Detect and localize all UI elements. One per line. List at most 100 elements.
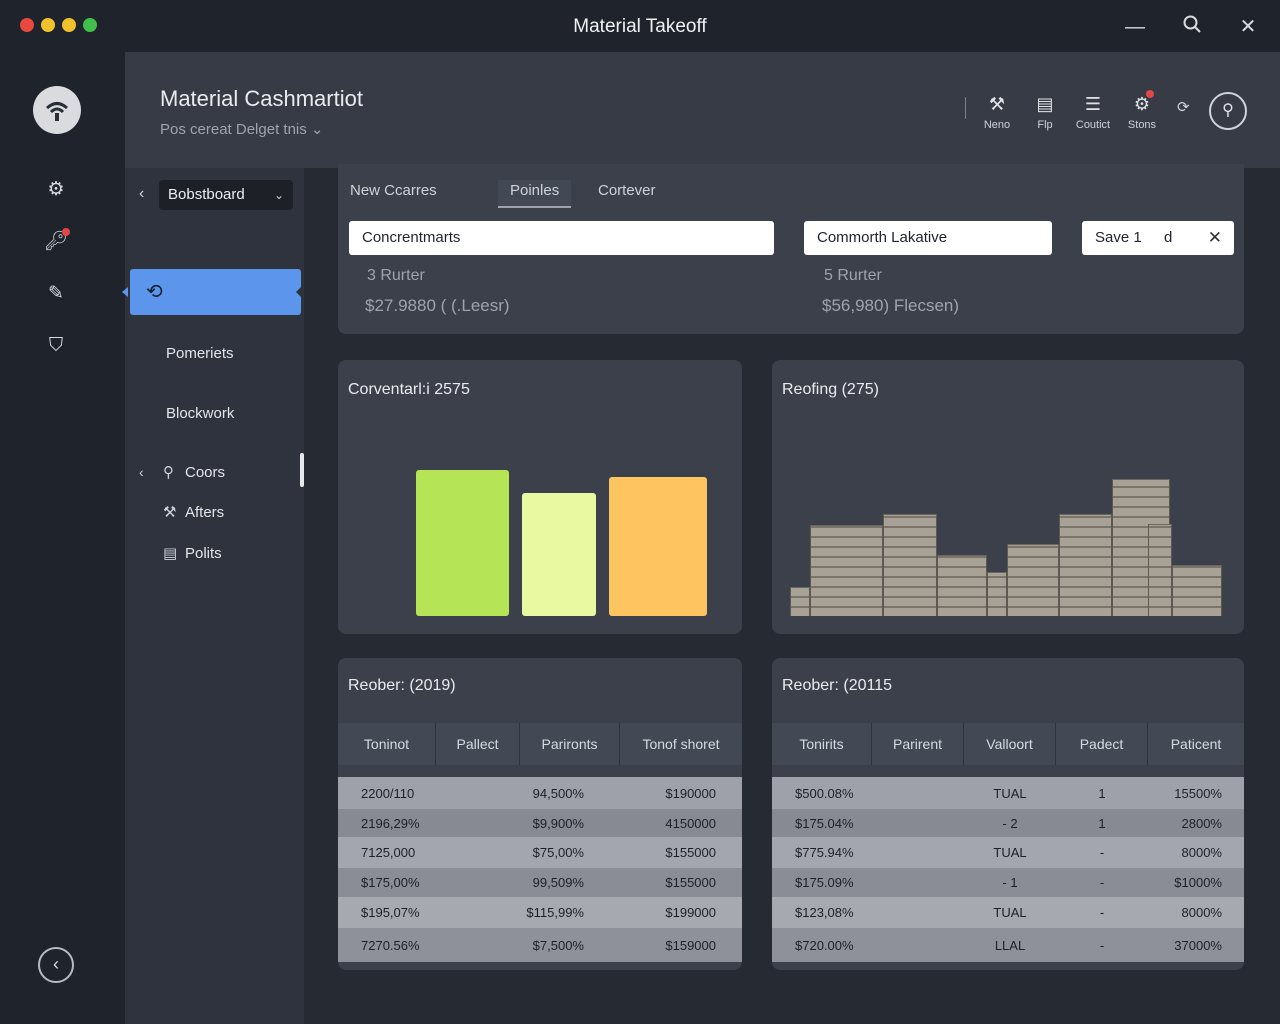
table-cell: 1 <box>1098 785 1106 801</box>
material-input[interactable]: Concrentmarts <box>349 221 774 255</box>
column-header[interactable]: Toninot <box>338 723 436 765</box>
table-cell: 94,500% <box>532 785 584 801</box>
table-row[interactable]: 7270.56% $7,500% $159000 <box>338 928 742 962</box>
table-row[interactable]: $175,00% 99,509% $155000 <box>338 868 742 897</box>
column-header[interactable]: Parirent <box>872 723 964 765</box>
table-cell: $1000% <box>1174 875 1222 890</box>
gear-icon[interactable]: ⚙ <box>40 174 72 206</box>
table-row[interactable]: $175.09% - 1 - $1000% <box>772 868 1244 897</box>
minimize-icon[interactable]: — <box>1122 14 1148 40</box>
chevron-down-icon: ⌄ <box>273 188 284 202</box>
chart-bar[interactable] <box>1007 544 1059 616</box>
table-row[interactable]: 7125,000 $75,00% $155000 <box>338 837 742 868</box>
sidebar: ‹ Bobstboard ⌄ ⟲ Pomeriets Blockwork ‹ ⚲… <box>122 168 304 1024</box>
table-row[interactable]: 2196,29% $9,900% 4150000 <box>338 809 742 837</box>
chart-bar[interactable] <box>790 587 810 616</box>
takeoff-form-card: New Ccarres Poinles Cortever Concrentmar… <box>338 164 1244 334</box>
page-subtitle-dropdown[interactable]: Pos cereat Delget tnis ⌄ <box>160 120 323 138</box>
sidebar-item-pomeriets[interactable]: Pomeriets <box>166 345 234 362</box>
window-title: Material Takeoff <box>573 16 707 37</box>
sidebar-item-active[interactable]: ⟲ <box>122 269 302 315</box>
column-header[interactable]: Pallect <box>436 723 520 765</box>
table-cell: - <box>1099 937 1105 953</box>
chart-bar[interactable] <box>937 555 987 616</box>
sync-icon[interactable]: ⟳ <box>1177 98 1190 116</box>
sidebar-item-polits[interactable]: ▤ Polits <box>163 544 222 562</box>
tab-new-ccarres[interactable]: New Ccarres <box>338 180 449 208</box>
table-row[interactable]: 2200/110 94,500% $190000 <box>338 777 742 809</box>
chart-bar[interactable] <box>987 572 1007 616</box>
table-cell: 99,509% <box>532 875 584 890</box>
stons-action-button[interactable]: ⚙ Stons <box>1114 90 1170 131</box>
table-cell: - <box>1099 905 1105 920</box>
chart-title: Corventarl:i 2575 <box>348 381 470 398</box>
column-header[interactable]: Paticent <box>1148 723 1244 765</box>
collapse-sidebar-button[interactable]: ‹ <box>38 947 74 983</box>
key-icon[interactable]: 🔑︎ <box>40 226 72 258</box>
settings-icon: ⚙ <box>1114 90 1170 116</box>
sidebar-item-coors[interactable]: ⚲ Coors <box>163 463 225 481</box>
chevron-left-icon[interactable]: ‹ <box>139 185 144 203</box>
active-indicator <box>122 287 128 297</box>
table-row[interactable]: $195,07% $115,99% $199000 <box>338 897 742 928</box>
table-row[interactable]: $500.08% TUAL 1 15500% <box>772 777 1244 809</box>
chart-bar[interactable] <box>1172 565 1222 616</box>
close-icon[interactable]: ✕ <box>1235 14 1261 40</box>
chart-bar[interactable] <box>883 514 937 616</box>
chart-bar[interactable] <box>1059 514 1112 616</box>
left-value: $27.9880 ( (.Leesr) <box>365 296 510 315</box>
hat-icon[interactable]: ⛉ <box>40 330 72 362</box>
concrete-chart-card: Corventarl:i 2575 <box>338 360 742 634</box>
table-cell: - 2 <box>1002 815 1018 831</box>
column-header[interactable]: Parironts <box>520 723 620 765</box>
stons-action-label: Stons <box>1127 119 1157 131</box>
table-row[interactable]: $175.04% - 2 1 2800% <box>772 809 1244 837</box>
profile-search-icon[interactable]: ⚲ <box>1209 92 1247 130</box>
sidebar-item-afters[interactable]: ⚒ Afters <box>163 503 224 521</box>
table-cell: $7,500% <box>532 937 584 953</box>
tab-cortever[interactable]: Cortever <box>586 180 668 208</box>
table-row[interactable]: $775.94% TUAL - 8000% <box>772 837 1244 868</box>
tab-poinles[interactable]: Poinles <box>498 180 572 208</box>
column-header[interactable]: Tonirits <box>772 723 872 765</box>
table-cell: 2196,29% <box>361 815 420 831</box>
edit-icon[interactable]: ✎ <box>40 278 72 310</box>
chart-bar[interactable] <box>609 477 707 616</box>
table-cell: 37000% <box>1174 937 1222 953</box>
chart-bar[interactable] <box>810 525 883 616</box>
column-header[interactable]: Padect <box>1056 723 1148 765</box>
table-row[interactable]: $720.00% LLAL - 37000% <box>772 928 1244 962</box>
table-cell: $500.08% <box>795 785 854 801</box>
save-extra-text: d <box>1164 229 1173 246</box>
table-cell: - <box>1099 845 1105 860</box>
cycle-icon: ⟲ <box>146 281 163 303</box>
header-divider <box>965 97 966 119</box>
sidebar-item-blockwork[interactable]: Blockwork <box>166 405 234 422</box>
table-cell: $175.09% <box>795 875 854 890</box>
wifi-logo-icon[interactable] <box>33 86 81 134</box>
title-bar: Material Takeoff — ✕ <box>0 0 1280 52</box>
table-cell: 8000% <box>1181 845 1222 860</box>
board-select[interactable]: Bobstboard ⌄ <box>159 180 293 210</box>
table-header-row: Toninot Pallect Parironts Tonof shoret <box>338 723 742 765</box>
sidebar-item-label: Coors <box>185 464 226 481</box>
main-content: New Ccarres Poinles Cortever Concrentmar… <box>304 164 1280 1024</box>
save-field[interactable]: Save 1 d ✕ <box>1082 221 1234 255</box>
save-button-label[interactable]: Save 1 <box>1095 229 1142 246</box>
active-indicator-right <box>296 286 302 298</box>
coutict-action-button[interactable]: ☰ Coutict <box>1065 94 1121 131</box>
chart-bar[interactable] <box>416 470 509 616</box>
table-cell: $190000 <box>665 785 716 801</box>
chart-bar[interactable] <box>1148 524 1172 616</box>
icon-rail: ⚙ 🔑︎ ✎ ⛉ ‹ <box>0 52 125 1024</box>
clear-icon[interactable]: ✕ <box>1208 221 1222 255</box>
chart-bar[interactable] <box>522 493 596 616</box>
column-header[interactable]: Tonof shoret <box>620 723 742 765</box>
location-input[interactable]: Commorth Lakative <box>804 221 1052 255</box>
sidebar-item-label: Polits <box>185 545 222 562</box>
table-cell: $159000 <box>665 937 716 953</box>
column-header[interactable]: Valloort <box>964 723 1056 765</box>
search-icon[interactable] <box>1179 14 1205 40</box>
table-row[interactable]: $123,08% TUAL - 8000% <box>772 897 1244 928</box>
chevron-left-icon[interactable]: ‹ <box>139 464 144 480</box>
